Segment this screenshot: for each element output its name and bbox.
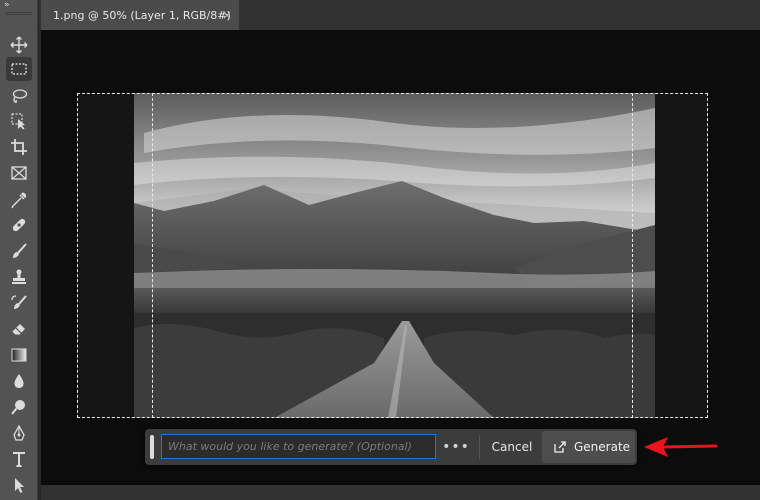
path-selection-tool[interactable]	[6, 473, 32, 497]
selection-inner-right-edge	[632, 93, 633, 418]
dodge-icon	[11, 400, 25, 415]
lasso-tool[interactable]	[6, 84, 32, 108]
collapse-panel-icon[interactable]: »	[4, 0, 18, 10]
annotation-arrow-icon	[644, 437, 718, 457]
crop-icon	[11, 139, 27, 155]
document-tab-title: 1.png @ 50% (Layer 1, RGB/8#)	[53, 8, 231, 22]
cancel-button[interactable]: Cancel	[487, 434, 537, 459]
healing-brush-tool[interactable]	[6, 213, 32, 237]
generate-icon	[554, 441, 566, 453]
move-icon	[10, 36, 28, 54]
task-bar-divider	[479, 435, 480, 459]
eyedropper-tool[interactable]	[6, 188, 32, 212]
generate-button[interactable]: Generate	[542, 431, 635, 463]
contextual-task-bar: ••• Cancel Generate	[145, 429, 637, 465]
selection-marquee	[77, 93, 708, 418]
rectangular-marquee-tool[interactable]	[6, 57, 32, 81]
document-tab[interactable]: 1.png @ 50% (Layer 1, RGB/8#) ×	[41, 0, 239, 30]
frame-tool[interactable]	[6, 161, 32, 185]
pen-icon	[13, 424, 25, 441]
crop-tool[interactable]	[6, 135, 32, 159]
object-select-icon	[11, 113, 25, 130]
blur-tool[interactable]	[6, 369, 32, 393]
dodge-tool[interactable]	[6, 395, 32, 419]
type-tool[interactable]	[6, 447, 32, 471]
selection-inner-left-edge	[152, 93, 153, 418]
pen-tool[interactable]	[6, 421, 32, 445]
arrow-icon	[15, 478, 24, 493]
eraser-tool[interactable]	[6, 317, 32, 341]
marquee-icon	[11, 63, 27, 75]
eraser-icon	[11, 324, 25, 336]
drop-icon	[14, 374, 24, 388]
document-tab-bar: 1.png @ 50% (Layer 1, RGB/8#) ×	[39, 0, 760, 30]
move-tool[interactable]	[6, 33, 32, 57]
close-tab-icon[interactable]: ×	[222, 8, 232, 22]
eyedropper-icon	[11, 192, 27, 209]
gradient-icon	[11, 348, 27, 362]
status-strip	[41, 485, 760, 500]
type-icon	[13, 452, 25, 467]
bandage-icon	[12, 218, 26, 232]
brush-tool[interactable]	[6, 239, 32, 263]
clone-stamp-tool[interactable]	[6, 265, 32, 289]
brush-icon	[13, 243, 27, 258]
task-bar-drag-handle[interactable]	[150, 435, 154, 459]
more-options-button[interactable]: •••	[441, 434, 471, 459]
object-selection-tool[interactable]	[6, 109, 32, 133]
frame-icon	[11, 166, 27, 180]
panel-grip[interactable]	[6, 12, 32, 15]
generate-prompt-input[interactable]	[161, 434, 436, 459]
lasso-icon	[12, 89, 28, 103]
photoshop-window: » 1.png @ 50% (Layer 1, RGB/8#) × What w…	[0, 0, 760, 500]
stamp-icon	[12, 269, 26, 284]
generate-button-label: Generate	[574, 440, 631, 454]
tools-panel: »	[0, 0, 38, 500]
history-brush-tool[interactable]	[6, 291, 32, 315]
gradient-tool[interactable]	[6, 343, 32, 367]
history-brush-icon	[11, 295, 27, 309]
